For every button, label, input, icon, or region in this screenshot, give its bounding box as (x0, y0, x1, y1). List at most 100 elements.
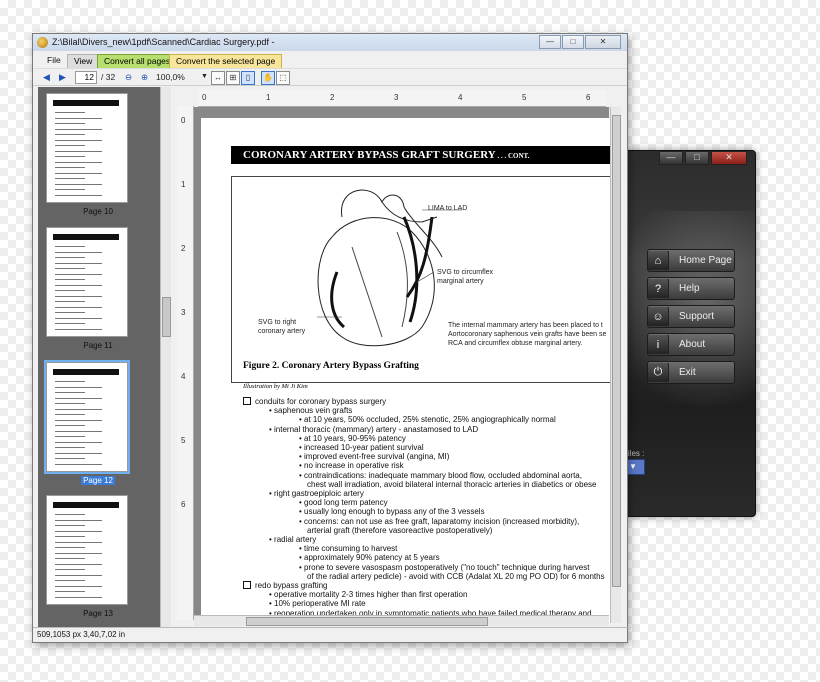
launcher-close-button[interactable]: ✕ (711, 151, 747, 165)
next-page-icon[interactable]: ▶ (59, 71, 66, 83)
thumbnail-text-line (55, 381, 85, 382)
outline-line: • at 10 years, 50% occluded, 25% stenoti… (243, 415, 611, 424)
launcher-menu-label: Help (679, 283, 700, 294)
document-vertical-scrollbar[interactable] (610, 107, 621, 623)
zoom-dropdown-icon[interactable]: ▼ (201, 71, 208, 83)
menu-view[interactable]: View (67, 54, 100, 69)
thumbnail-page[interactable]: Page 11 (44, 227, 152, 350)
thumbnail-text-line (55, 306, 102, 308)
select-tool-icon[interactable]: ⬚ (276, 71, 290, 85)
launcher-menu-label: Home Page (679, 255, 732, 266)
outline-text: • saphenous vein grafts (269, 406, 353, 416)
page-header-cont: . . . CONT. (495, 152, 530, 160)
thumbnail-image[interactable] (46, 227, 128, 337)
ruler-tick-label: 2 (181, 244, 186, 253)
thumbnail-label-text: Page 10 (83, 207, 113, 216)
ruler-tick-label: 5 (522, 93, 527, 102)
outline-line: • no increase in operative risk (243, 461, 611, 470)
zoom-in-icon[interactable]: ⊕ (141, 71, 148, 83)
ruler-tick-label: 1 (181, 180, 186, 189)
thumbnail-text-line (55, 519, 102, 521)
outline-text: • right gastroepiploic artery (269, 489, 364, 499)
thumbnail-text-line (55, 279, 85, 280)
label-lima: LIMA to LAD (428, 205, 468, 212)
thumbnail-label: Page 12 (44, 476, 152, 485)
thumbnail-text-line (55, 547, 85, 548)
launcher-menu-label: Support (679, 311, 715, 322)
thumbnail-image[interactable] (46, 495, 128, 605)
hand-tool-icon[interactable]: ✋ (261, 71, 275, 85)
convert-selected-page-button[interactable]: Convert the selected page (169, 54, 283, 69)
thumbnail-text-line (55, 172, 102, 174)
thumbnail-text-line (55, 117, 102, 119)
outline-text: • operative mortality 2-3 times higher t… (269, 590, 468, 600)
prev-page-icon[interactable]: ◀ (43, 71, 50, 83)
figure-note-2: Aortocoronary saphenous vein grafts have… (448, 331, 607, 338)
thumbnail-text-line (55, 295, 102, 297)
thumbnail-text-line (55, 541, 102, 543)
minimize-button[interactable]: — (539, 35, 561, 49)
thumbnail-text-line (55, 257, 85, 258)
thumbnail-text-line (55, 290, 85, 291)
checkbox-bullet-icon (243, 581, 251, 590)
thumbnail-text-line (55, 552, 102, 554)
thumbnail-text-line (55, 386, 102, 388)
thumbnail-page[interactable]: Page 13 (44, 495, 152, 618)
launcher-menu-item[interactable]: ☺ Support (647, 305, 735, 328)
thumbnail-text-line (55, 585, 102, 587)
thumbnail-text-line (55, 301, 85, 302)
launcher-maximize-button[interactable]: □ (685, 151, 709, 165)
single-page-icon[interactable]: ▯ (241, 71, 255, 85)
fit-width-icon[interactable]: ↔ (211, 71, 225, 85)
thumbnail-page[interactable]: Page 12 (44, 360, 152, 485)
document-horizontal-scrollbar[interactable] (194, 615, 609, 626)
thumbnail-text-line (55, 408, 102, 410)
maximize-button[interactable]: □ (562, 35, 584, 49)
thumbnail-text-line (55, 246, 85, 247)
menu-bar: File View Convert all pages Convert the … (33, 53, 627, 69)
document-vscroll-thumb[interactable] (612, 115, 621, 587)
thumbnail-scroll-thumb[interactable] (162, 297, 171, 337)
ruler-vertical: 0 1 2 3 4 5 6 (177, 106, 194, 620)
outline-text: • good long term patency (299, 498, 388, 508)
zoom-out-icon[interactable]: ⊖ (125, 71, 132, 83)
thumbnail-image[interactable] (44, 360, 130, 474)
outline-text: • prone to severe vasospasm postoperativ… (299, 562, 590, 572)
thumbnail-text-line (55, 447, 85, 448)
close-button[interactable]: ✕ (585, 35, 621, 49)
launcher-menu-item[interactable]: ⏻ Exit (647, 361, 735, 384)
convert-all-pages-button[interactable]: Convert all pages (97, 54, 178, 69)
outline-line: • improved event-free survival (angina, … (243, 452, 611, 461)
ruler-tick-label: 6 (181, 500, 186, 509)
total-pages: / 32 (101, 72, 116, 82)
page-number-input[interactable]: 12 (75, 71, 97, 84)
document-hscroll-thumb[interactable] (246, 617, 488, 626)
thumbnail-text-line (55, 514, 85, 515)
thumbnail-image[interactable] (46, 93, 128, 203)
thumbnail-text-line (55, 156, 85, 157)
thumbnail-text-line (55, 419, 102, 421)
outline-text: of the radial artery pedicle) - avoid wi… (307, 571, 605, 581)
outline-text: conduits for coronary bypass surgery (255, 397, 387, 406)
zoom-level[interactable]: 100,0% (156, 71, 185, 83)
outline-text: • improved event-free survival (angina, … (299, 452, 450, 462)
outline-line: • concerns: can not use as free graft, l… (243, 517, 611, 526)
fit-page-icon[interactable]: ⊞ (226, 71, 240, 85)
outline-line: • right gastroepiploic artery (243, 489, 611, 498)
thumbnail-label-text: Page 12 (81, 476, 115, 485)
launcher-menu-item[interactable]: ⌂ Home Page (647, 249, 735, 272)
outline-line: redo bypass grafting (243, 581, 611, 590)
thumbnail-pane: Page 10 Page 11 Page 12 Page 13 (38, 87, 160, 627)
window-buttons: — □ ✕ (539, 35, 621, 49)
thumbnail-text-line (55, 268, 85, 269)
thumbnail-header-bar (53, 100, 119, 106)
launcher-menu-item[interactable]: ? Help (647, 277, 735, 300)
thumbnail-page[interactable]: Page 10 (44, 93, 152, 216)
thumbnail-text-line (55, 251, 102, 253)
outline-text: • concerns: can not use as free graft, l… (299, 516, 580, 526)
launcher-minimize-button[interactable]: — (659, 151, 683, 165)
pdf-viewer-window: Z:\Bilal\Divers_new\1pdf\Scanned\Cardiac… (32, 33, 631, 643)
thumbnail-scrollbar[interactable] (160, 87, 171, 627)
menu-file[interactable]: File (41, 54, 67, 67)
launcher-menu-item[interactable]: i About (647, 333, 735, 356)
